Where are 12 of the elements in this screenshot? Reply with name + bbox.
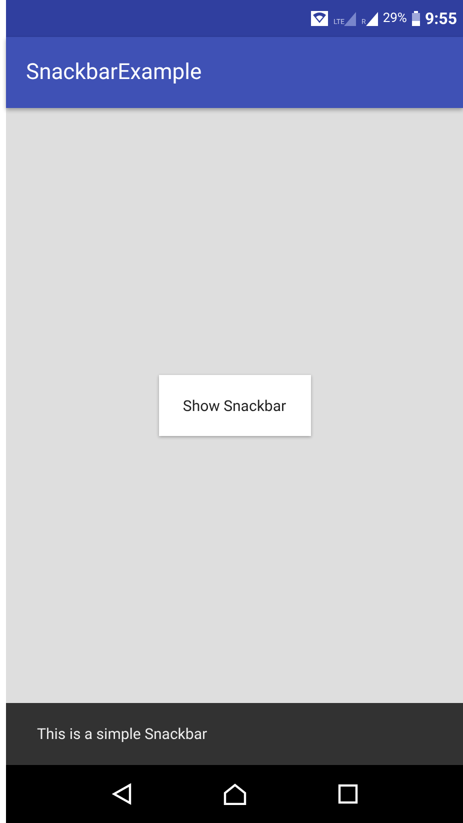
wifi-icon	[311, 11, 328, 26]
back-icon[interactable]	[112, 783, 132, 805]
show-snackbar-button[interactable]: Show Snackbar	[158, 375, 310, 436]
home-icon[interactable]	[222, 783, 246, 805]
snackbar-message: This is a simple Snackbar	[37, 725, 208, 743]
signal-icon	[344, 12, 356, 26]
recents-icon[interactable]	[338, 784, 358, 804]
battery-percentage: 29%	[382, 11, 407, 26]
clock: 9:55	[424, 9, 457, 28]
signal-icon	[366, 12, 378, 26]
battery-icon	[412, 11, 420, 26]
app-title: SnackbarExample	[26, 60, 202, 85]
